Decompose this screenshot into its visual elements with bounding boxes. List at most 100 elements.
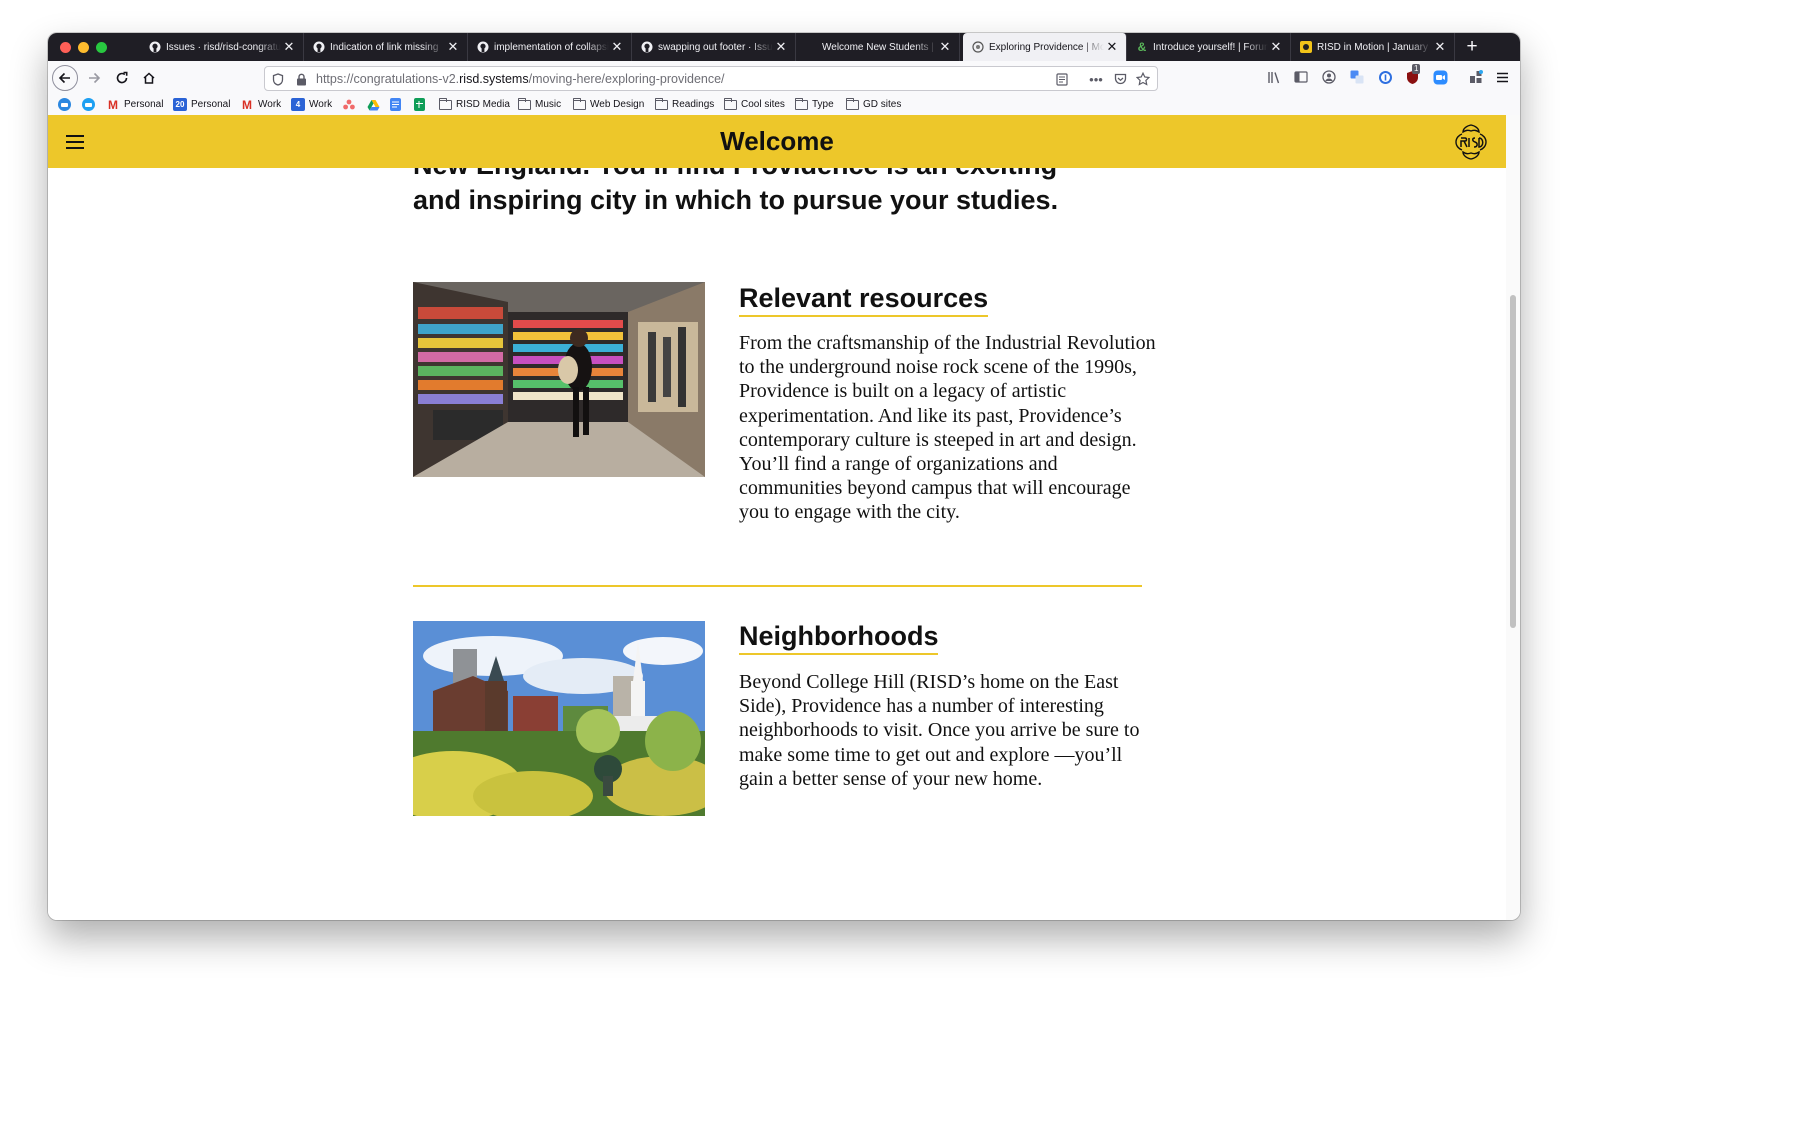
tab-title: Indication of link missing: [330, 41, 439, 53]
home-icon: [143, 72, 155, 84]
tab-title: Welcome New Students | RISD: [822, 41, 937, 53]
ublock-icon[interactable]: 1: [1402, 64, 1422, 87]
bookmark-work-calendar[interactable]: 4 Work: [291, 97, 332, 112]
web-page: Welcome New England. You’ll find Provide…: [48, 115, 1506, 920]
sheets-icon: [414, 98, 425, 111]
close-tab-icon[interactable]: ✕: [1104, 39, 1120, 55]
back-button[interactable]: [52, 65, 78, 91]
github-icon: [312, 40, 326, 54]
bookmark-personal-gmail[interactable]: M Personal: [106, 97, 163, 112]
bookmark-folder-web-design[interactable]: Web Design: [573, 97, 644, 112]
minimize-window-button[interactable]: [78, 42, 89, 53]
tab-title: Exploring Providence | Moving Here: [989, 41, 1104, 53]
blue-chat-icon: [82, 98, 95, 111]
bookmark-drive[interactable]: [366, 97, 384, 112]
bookmark-label: Personal: [191, 99, 231, 110]
close-window-button[interactable]: [60, 42, 71, 53]
tab-welcome-new-students[interactable]: Welcome New Students | RISD ✕: [796, 33, 960, 61]
tab-swapping-footer[interactable]: swapping out footer · Issue ✕: [632, 33, 796, 61]
bookmark-star-icon[interactable]: [1134, 70, 1152, 88]
extensions-grid-icon[interactable]: [1466, 67, 1486, 87]
tab-risd-in-motion[interactable]: RISD in Motion | January ✕: [1291, 33, 1455, 61]
app-menu-icon[interactable]: [1492, 67, 1512, 87]
bookmark-label: Readings: [672, 99, 715, 110]
library-icon[interactable]: [1264, 67, 1284, 87]
page-actions-icon[interactable]: •••: [1087, 70, 1105, 88]
sidebar-toggle-icon[interactable]: [1291, 67, 1311, 87]
reader-view-icon[interactable]: [1053, 70, 1071, 88]
zoom-window-button[interactable]: [96, 42, 107, 53]
section-title-neighborhoods[interactable]: Neighborhoods: [739, 621, 939, 655]
lock-icon[interactable]: [292, 70, 310, 88]
bookmark-blue-chat[interactable]: [82, 97, 99, 112]
tracking-shield-icon[interactable]: [269, 70, 287, 88]
bookmark-folder-readings[interactable]: Readings: [655, 97, 714, 112]
bookmark-label: Work: [309, 99, 333, 110]
translate-extension-icon[interactable]: [1347, 67, 1367, 87]
bookmark-label: Cool sites: [741, 99, 785, 110]
close-tab-icon[interactable]: ✕: [445, 39, 461, 55]
browser-window: Issues · risd/risd-congratulations ✕ Ind…: [48, 33, 1520, 920]
tab-exploring-providence[interactable]: Exploring Providence | Moving Here ✕: [963, 33, 1127, 61]
bookmark-label: Work: [258, 99, 282, 110]
close-tab-icon[interactable]: ✕: [1268, 39, 1284, 55]
folder-icon: [439, 97, 452, 110]
asana-icon: [342, 98, 356, 111]
pocket-icon[interactable]: [1111, 70, 1129, 88]
section-divider: [413, 585, 1142, 587]
bookmark-folder-risd-media[interactable]: RISD Media: [439, 97, 510, 112]
password-manager-icon[interactable]: [1375, 67, 1395, 87]
forward-arrow-icon: [89, 72, 101, 84]
bookmark-asana[interactable]: [342, 97, 360, 112]
navigation-toolbar: https://congratulations-v2.risd.systems/…: [48, 61, 1520, 94]
yellow-square-icon: [1299, 40, 1313, 54]
folder-icon: [846, 97, 859, 110]
close-tab-icon[interactable]: ✕: [1432, 39, 1448, 55]
risd-logo[interactable]: [1452, 123, 1490, 161]
zoom-extension-icon[interactable]: [1430, 67, 1450, 87]
tab-title: RISD in Motion | January: [1317, 41, 1428, 53]
bookmark-label: Personal: [124, 99, 164, 110]
forward-button[interactable]: [82, 66, 106, 90]
tab-introduce-yourself[interactable]: & Introduce yourself! | Forum ✕: [1127, 33, 1291, 61]
folder-icon: [795, 97, 808, 110]
close-tab-icon[interactable]: ✕: [609, 39, 625, 55]
url-path: /moving-here/exploring-providence/: [528, 72, 725, 86]
gmail-icon: M: [108, 97, 118, 112]
bookmark-folder-gd-sites[interactable]: GD sites: [846, 97, 901, 112]
url-text: https://congratulations-v2.risd.systems/…: [316, 72, 725, 86]
folder-icon: [724, 97, 737, 110]
tab-implementation[interactable]: implementation of collapsible ✕: [468, 33, 632, 61]
bookmark-label: Music: [535, 99, 562, 110]
bookmark-docs[interactable]: [390, 97, 405, 112]
github-icon: [148, 40, 162, 54]
tab-indication-link[interactable]: Indication of link missing ✕: [304, 33, 468, 61]
section-body-relevant-resources: From the craftsmanship of the Industrial…: [739, 332, 1156, 524]
bookmark-folder-music[interactable]: Music: [518, 97, 561, 112]
bookmark-work-gmail[interactable]: M Work: [240, 97, 281, 112]
bookmark-blue-circle[interactable]: [58, 97, 75, 112]
close-tab-icon[interactable]: ✕: [773, 39, 789, 55]
close-tab-icon[interactable]: ✕: [937, 39, 953, 55]
section-title-relevant-resources[interactable]: Relevant resources: [739, 283, 989, 317]
bookmark-sheets[interactable]: [414, 97, 429, 112]
bookmark-folder-type[interactable]: Type: [795, 97, 834, 112]
tab-issues[interactable]: Issues · risd/risd-congratulations ✕: [140, 33, 304, 61]
tab-title: Introduce yourself! | Forum: [1153, 41, 1268, 53]
back-arrow-icon: [58, 72, 70, 84]
bookmarks-toolbar: M Personal 20 Personal M Work 4 Work RIS…: [48, 94, 1520, 116]
reload-button[interactable]: [110, 66, 134, 90]
folder-icon: [573, 97, 586, 110]
tab-title: swapping out footer · Issue: [658, 41, 773, 53]
bookmark-folder-cool-sites[interactable]: Cool sites: [724, 97, 785, 112]
address-bar[interactable]: https://congratulations-v2.risd.systems/…: [264, 66, 1158, 91]
new-tab-button[interactable]: +: [1462, 36, 1482, 58]
home-button[interactable]: [137, 66, 161, 90]
bookmark-label: GD sites: [863, 99, 902, 110]
bookmark-personal-calendar[interactable]: 20 Personal: [173, 97, 230, 112]
art-supply-store-photo: [413, 282, 705, 477]
bookmark-label: Web Design: [590, 99, 645, 110]
scrollbar-thumb[interactable]: [1510, 295, 1516, 628]
close-tab-icon[interactable]: ✕: [281, 39, 297, 55]
account-icon[interactable]: [1319, 67, 1339, 87]
